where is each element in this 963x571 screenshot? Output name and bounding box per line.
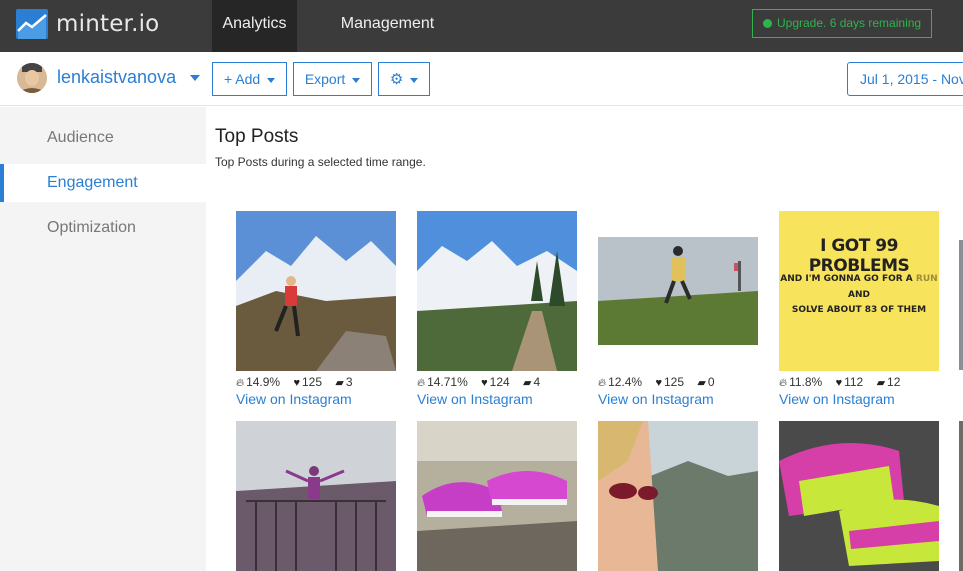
flame-icon: 🔥︎ [779,377,788,389]
status-dot-icon [763,19,772,28]
flame-icon: 🔥︎ [598,377,607,389]
tab-analytics[interactable]: Analytics [212,0,297,52]
post-comments: 0 [707,375,715,389]
post-comments: 12 [887,375,901,389]
post-thumbnail[interactable] [417,421,577,571]
post-thumbnail[interactable] [598,211,758,371]
sidebar-item-engagement[interactable]: Engagement [0,164,206,202]
post-engagement: 14.9% [246,375,281,389]
upgrade-button[interactable]: Upgrade. 6 days remaining [752,9,932,38]
post-engagement: 14.71% [427,375,468,389]
sidebar: Audience Engagement Optimization [0,107,206,571]
flame-icon: 🔥︎ [417,377,426,389]
post-card [236,421,396,571]
post-thumbnail[interactable]: I GOT 99 PROBLEMS AND I'M GONNA GO FOR A… [779,211,939,371]
post-card: I GOT 99 PROBLEMS AND I'M GONNA GO FOR A… [779,211,939,407]
chevron-down-icon [410,77,419,83]
post-likes: 125 [301,375,323,389]
export-button[interactable]: Export [293,62,372,96]
post-card [598,421,758,571]
top-nav-bar: minter.io Analytics Management Upgrade. … [0,0,963,52]
poster-line-4: SOLVE ABOUT 83 OF THEM [791,305,927,315]
post-thumbnail[interactable] [417,211,577,371]
post-likes: 112 [844,375,864,389]
post-comments: 4 [533,375,541,389]
account-toolbar: lenkaistvanova + Add Export ⚙ Jul 1, 201… [0,52,963,106]
view-on-instagram-link[interactable]: View on Instagram [598,391,758,407]
account-username[interactable]: lenkaistvanova [57,67,176,88]
export-button-label: Export [304,71,346,87]
post-comments: 3 [345,375,353,389]
chevron-down-icon [352,77,361,83]
comment-icon: ▰ [335,377,344,389]
post-likes: 125 [663,375,685,389]
chevron-down-icon [267,77,276,83]
avatar[interactable] [17,63,47,93]
post-card: 🔥︎ 14.71% ♥ 124 ▰ 4 View on Instagram [417,211,577,407]
tab-management[interactable]: Management [325,0,450,52]
page-subtitle: Top Posts during a selected time range. [215,155,426,169]
comment-icon: ▰ [523,377,532,389]
gear-icon: ⚙ [389,71,404,88]
poster-line-2: AND I'M GONNA GO FOR A RUN [780,274,938,284]
post-card: 🔥︎ 14.9% ♥ 125 ▰ 3 View on Instagram [236,211,396,407]
poster-line-3: AND [848,290,870,300]
add-button[interactable]: + Add [212,62,287,96]
upgrade-label: Upgrade. 6 days remaining [777,16,922,30]
view-on-instagram-link[interactable]: View on Instagram [417,391,577,407]
flame-icon: 🔥︎ [236,377,245,389]
heart-icon: ♥ [835,377,843,389]
account-dropdown-chevron-down-icon[interactable] [190,75,200,81]
post-thumbnail[interactable] [236,421,396,571]
page-title: Top Posts [215,126,299,147]
post-thumbnail[interactable] [598,421,758,571]
post-engagement: 12.4% [608,375,643,389]
minter-logo-icon[interactable] [16,9,48,39]
post-card [779,421,939,571]
post-thumbnail[interactable] [779,421,939,571]
post-thumbnail[interactable] [236,211,396,371]
settings-button[interactable]: ⚙ [378,62,430,96]
sidebar-item-optimization[interactable]: Optimization [0,209,206,247]
poster-line-1: I GOT 99 PROBLEMS [808,236,910,276]
post-card: 🔥︎ 12.4% ♥ 125 ▰ 0 View on Instagram [598,211,758,407]
sidebar-item-audience[interactable]: Audience [0,119,206,157]
view-on-instagram-link[interactable]: View on Instagram [236,391,396,407]
post-thumbnail-partial[interactable] [959,421,963,571]
heart-icon: ♥ [481,377,488,389]
post-thumbnail-partial[interactable] [959,240,963,370]
heart-icon: ♥ [293,377,300,389]
view-on-instagram-link[interactable]: View on Instagram [779,391,939,407]
date-range-picker[interactable]: Jul 1, 2015 - Nov [847,62,963,96]
comment-icon: ▰ [697,377,706,389]
brand-name[interactable]: minter.io [56,11,159,37]
post-engagement: 11.8% [789,375,823,389]
comment-icon: ▰ [876,377,886,389]
post-likes: 124 [489,375,510,389]
add-button-label: + Add [223,71,261,87]
post-card [417,421,577,571]
heart-icon: ♥ [655,377,662,389]
